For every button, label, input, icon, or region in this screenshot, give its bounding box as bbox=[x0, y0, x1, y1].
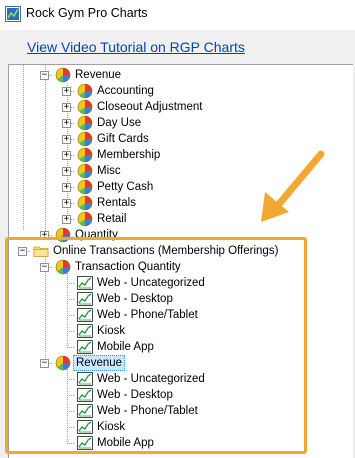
line-chart-icon bbox=[77, 291, 93, 307]
expand-toggle[interactable]: + bbox=[40, 231, 49, 240]
window-title: Rock Gym Pro Charts bbox=[26, 6, 148, 20]
chart-tree-panel[interactable]: − Revenue + Accounting + Closeout Adjustment +… bbox=[8, 64, 353, 458]
line-chart-icon bbox=[77, 403, 93, 419]
pie-chart-icon bbox=[77, 131, 93, 147]
pie-chart-icon bbox=[77, 211, 93, 227]
expand-toggle[interactable]: + bbox=[62, 87, 71, 96]
title-bar: Rock Gym Pro Charts bbox=[0, 0, 355, 30]
expand-toggle[interactable]: + bbox=[62, 119, 71, 128]
tree-node-transaction-quantity-child[interactable]: Mobile App bbox=[95, 339, 156, 355]
line-chart-icon bbox=[77, 339, 93, 355]
pie-chart-icon bbox=[55, 259, 71, 275]
tree-node-revenue-child[interactable]: Membership bbox=[95, 147, 162, 163]
tree-node-revenue-child[interactable]: Closeout Adjustment bbox=[95, 99, 204, 115]
line-chart-icon bbox=[77, 435, 93, 451]
expand-toggle[interactable]: + bbox=[62, 151, 71, 160]
pie-chart-icon bbox=[77, 163, 93, 179]
tree-node-transaction-quantity-child[interactable]: Web - Desktop bbox=[95, 291, 175, 307]
video-tutorial-link[interactable]: View Video Tutorial on RGP Charts bbox=[27, 39, 245, 55]
annotation-arrow-icon bbox=[261, 150, 325, 222]
tree-node-transaction-quantity-child[interactable]: Kiosk bbox=[95, 323, 127, 339]
expand-toggle[interactable]: + bbox=[62, 135, 71, 144]
expand-toggle[interactable]: + bbox=[62, 167, 71, 176]
tree-node-online-revenue-child[interactable]: Web - Desktop bbox=[95, 387, 175, 403]
chart-tree[interactable]: − Revenue + Accounting + Closeout Adjustment +… bbox=[9, 65, 353, 458]
collapse-toggle[interactable]: − bbox=[18, 247, 27, 256]
tree-node-online-revenue-child[interactable]: Mobile App bbox=[95, 435, 156, 451]
expand-toggle[interactable]: + bbox=[62, 183, 71, 192]
tree-node-transaction-quantity[interactable]: Transaction Quantity bbox=[73, 259, 183, 275]
pie-chart-icon bbox=[55, 67, 71, 83]
tree-node-online-transactions[interactable]: Online Transactions (Membership Offering… bbox=[51, 243, 280, 259]
pie-chart-icon bbox=[77, 115, 93, 131]
tree-node-quantity[interactable]: Quantity bbox=[73, 227, 120, 243]
collapse-toggle[interactable]: − bbox=[40, 71, 49, 80]
tree-node-online-revenue-child[interactable]: Kiosk bbox=[95, 419, 127, 435]
line-chart-icon bbox=[77, 307, 93, 323]
tree-node-revenue-child[interactable]: Gift Cards bbox=[95, 131, 151, 147]
pie-chart-icon bbox=[77, 179, 93, 195]
expand-toggle[interactable]: + bbox=[62, 215, 71, 224]
line-chart-icon bbox=[77, 419, 93, 435]
line-chart-icon bbox=[77, 371, 93, 387]
tree-node-revenue-child[interactable]: Day Use bbox=[95, 115, 143, 131]
pie-chart-icon bbox=[77, 147, 93, 163]
tree-node-revenue-child[interactable]: Misc bbox=[95, 163, 123, 179]
collapse-toggle[interactable]: − bbox=[40, 359, 49, 368]
line-chart-icon bbox=[77, 387, 93, 403]
collapse-toggle[interactable]: − bbox=[40, 263, 49, 272]
tree-node-revenue-child[interactable]: Petty Cash bbox=[95, 179, 155, 195]
pie-chart-icon bbox=[77, 195, 93, 211]
pie-chart-icon bbox=[55, 355, 71, 371]
tree-node-online-revenue-child[interactable]: Web - Uncategorized bbox=[95, 371, 207, 387]
line-chart-icon bbox=[77, 323, 93, 339]
tree-node-online-revenue-child[interactable]: Web - Phone/Tablet bbox=[95, 403, 200, 419]
pie-chart-icon bbox=[77, 83, 93, 99]
tree-node-revenue-child[interactable]: Retail bbox=[95, 211, 128, 227]
pie-chart-icon bbox=[55, 227, 71, 243]
line-chart-icon bbox=[77, 275, 93, 291]
tree-node-revenue-child[interactable]: Rentals bbox=[95, 195, 138, 211]
expand-toggle[interactable]: + bbox=[62, 199, 71, 208]
expand-toggle[interactable]: + bbox=[62, 103, 71, 112]
chart-app-icon bbox=[5, 6, 21, 22]
tree-node-online-revenue[interactable]: Revenue bbox=[73, 355, 126, 371]
pie-chart-icon bbox=[77, 99, 93, 115]
tree-node-revenue[interactable]: Revenue bbox=[73, 67, 123, 83]
folder-icon bbox=[33, 243, 49, 259]
tree-node-transaction-quantity-child[interactable]: Web - Uncategorized bbox=[95, 275, 207, 291]
tree-node-transaction-quantity-child[interactable]: Web - Phone/Tablet bbox=[95, 307, 200, 323]
tree-node-revenue-child[interactable]: Accounting bbox=[95, 83, 156, 99]
